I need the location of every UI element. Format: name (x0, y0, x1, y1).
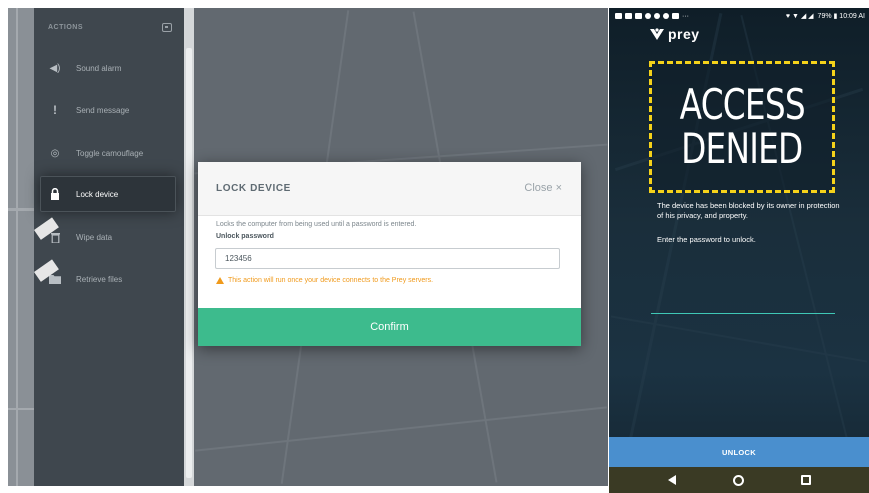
action-send-message[interactable]: ! Send message (34, 92, 184, 128)
scrollbar-thumb[interactable] (186, 48, 192, 478)
actions-sidebar: ACTIONS ◀) Sound alarm ! Send message ◎ … (34, 8, 184, 486)
recents-button[interactable] (797, 471, 815, 489)
close-button[interactable]: Close × (524, 182, 562, 194)
more-notifications-icon: ··· (682, 12, 689, 20)
access-denied-line1: ACCESS (679, 80, 805, 129)
lock-icon (48, 187, 62, 201)
action-lock-device[interactable]: Lock device (40, 176, 176, 212)
battery-time: 79% ▮ 10:09 AI (817, 13, 865, 20)
speaker-icon: ◀) (49, 62, 61, 74)
sidebar-header: ACTIONS (34, 8, 184, 46)
map-road (16, 8, 18, 486)
action-label: Send message (76, 105, 130, 115)
access-denied-line2: DENIED (681, 124, 803, 173)
unlock-button[interactable]: UNLOCK (609, 437, 869, 467)
modal-header: LOCK DEVICE Close × (198, 162, 581, 216)
map-edge (8, 8, 34, 486)
notification-icon (645, 13, 651, 19)
enter-password-message: Enter the password to unlock. (657, 235, 756, 244)
password-label: Unlock password (216, 233, 274, 240)
action-label: Toggle camouflage (76, 148, 144, 158)
modal-title: LOCK DEVICE (216, 183, 291, 194)
notification-icon (625, 13, 632, 19)
notification-icon (663, 13, 669, 19)
sidebar-title: ACTIONS (48, 23, 83, 31)
warning-text: This action will run once your device co… (228, 277, 434, 284)
blocked-message: The device has been blocked by its owner… (657, 201, 840, 220)
home-button[interactable] (730, 471, 748, 489)
back-button[interactable] (663, 471, 681, 489)
action-sound-alarm[interactable]: ◀) Sound alarm (34, 50, 184, 86)
sidebar-scrollbar[interactable] (184, 8, 194, 486)
eye-slash-icon: ◎ (50, 147, 60, 159)
notification-icon (635, 13, 642, 19)
warning-icon (216, 277, 224, 284)
action-label: Retrieve files (76, 274, 123, 284)
screenshot-stage: ACTIONS ◀) Sound alarm ! Send message ◎ … (0, 0, 869, 493)
unlock-password-input[interactable] (215, 248, 560, 269)
status-bar: ··· ♥ ▼ ◢ ◢ 79% ▮ 10:09 AI (609, 8, 869, 24)
signal-icons: ♥ ▼ ◢ ◢ (785, 13, 814, 20)
prey-logo-icon (649, 27, 665, 41)
back-icon (668, 475, 677, 485)
status-right: ♥ ▼ ◢ ◢ 79% ▮ 10:09 AI (786, 12, 865, 20)
action-label: Lock device (76, 189, 119, 199)
warning-message: This action will run once your device co… (216, 277, 433, 284)
map-road (195, 406, 607, 452)
exclamation-icon: ! (53, 103, 57, 117)
map-road (8, 208, 34, 211)
collapse-panel-icon[interactable] (162, 22, 172, 32)
notification-icon (672, 13, 679, 19)
confirm-button[interactable]: Confirm (198, 308, 581, 346)
home-icon (733, 474, 745, 486)
action-label: Wipe data (76, 232, 113, 242)
recents-icon (800, 475, 811, 485)
android-nav-bar (609, 467, 869, 493)
notification-icon (615, 13, 622, 19)
notification-icons: ··· (615, 13, 689, 20)
phone-lock-screen: ··· ♥ ▼ ◢ ◢ 79% ▮ 10:09 AI prey ACCESS D… (609, 8, 869, 493)
map-road (8, 408, 34, 410)
lock-device-modal: LOCK DEVICE Close × Locks the computer f… (198, 162, 581, 346)
access-denied-banner: ACCESS DENIED (649, 61, 835, 193)
prey-logo: prey (649, 26, 700, 42)
modal-description: Locks the computer from being used until… (216, 221, 417, 228)
action-toggle-camouflage[interactable]: ◎ Toggle camouflage (34, 135, 184, 171)
action-label: Sound alarm (76, 63, 122, 73)
phone-password-input[interactable] (651, 298, 835, 314)
notification-icon (654, 13, 660, 19)
prey-logo-text: prey (668, 26, 700, 42)
